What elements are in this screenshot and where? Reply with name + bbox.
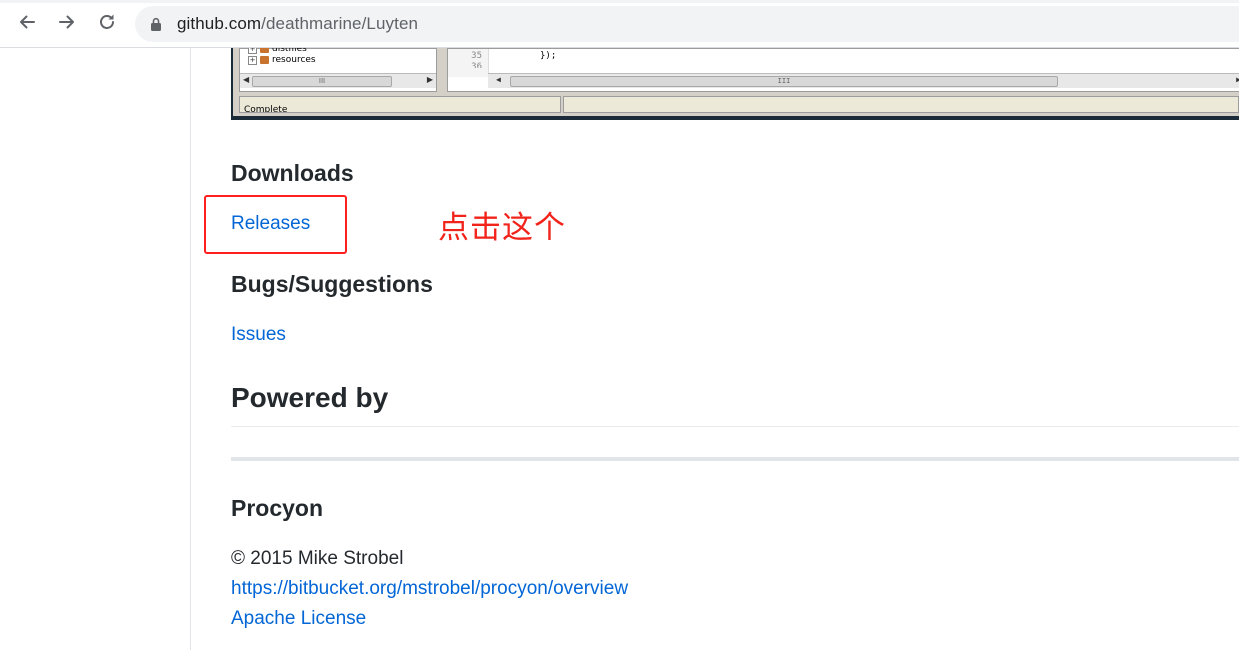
package-icon: [260, 48, 269, 53]
procyon-url-link[interactable]: https://bitbucket.org/mstrobel/procyon/o…: [231, 578, 628, 600]
downloads-heading: Downloads: [231, 160, 354, 186]
tree-row: + resources: [248, 55, 316, 65]
luyten-screenshot: + distfiles + resources III ◀ ▶ 35 36 })…: [231, 48, 1239, 120]
expand-icon: +: [248, 55, 257, 65]
scroll-thumb: III: [252, 76, 392, 87]
screenshot-file-tree: + distfiles + resources III ◀ ▶: [239, 48, 437, 92]
back-button[interactable]: [14, 11, 40, 37]
status-cell: Complete: [239, 96, 561, 113]
tree-hscroll: III ◀ ▶: [240, 73, 436, 88]
issues-link[interactable]: Issues: [231, 324, 286, 346]
scroll-right-icon: ▶: [426, 75, 433, 84]
reload-button[interactable]: [94, 11, 120, 37]
line-number: 35: [471, 51, 482, 61]
bugs-heading: Bugs/Suggestions: [231, 271, 433, 297]
scroll-left-icon: ◀: [496, 75, 501, 84]
powered-by-heading: Powered by: [231, 382, 389, 413]
tree-item-label: distfiles: [272, 48, 307, 54]
tab-strip: [0, 0, 1239, 3]
arrow-left-icon: [17, 12, 37, 37]
expand-icon: +: [248, 48, 257, 54]
url-path: /deathmarine/Luyten: [261, 14, 419, 33]
lock-icon: [150, 16, 164, 32]
code-gutter: 35 36: [448, 49, 489, 77]
reload-icon: [97, 12, 117, 37]
url-text: github.com/deathmarine/Luyten: [177, 14, 418, 34]
annotation-highlight-box: [204, 195, 347, 254]
screenshot-status-bar: Complete: [233, 94, 1239, 116]
url-host: github.com: [177, 14, 262, 33]
screenshot-code-view: 35 36 }); III ◀ ▶: [447, 48, 1239, 92]
section-divider: [231, 457, 1239, 461]
heading-underline: [231, 426, 1239, 427]
arrow-right-icon: [57, 12, 77, 37]
code-hscroll: III ◀ ▶: [488, 73, 1239, 88]
tree-row: + distfiles: [248, 48, 307, 54]
package-icon: [260, 56, 269, 64]
address-bar[interactable]: github.com/deathmarine/Luyten: [135, 6, 1239, 42]
screenshot-window: + distfiles + resources III ◀ ▶ 35 36 })…: [233, 48, 1239, 116]
copyright-text: © 2015 Mike Strobel: [231, 548, 404, 569]
code-line: });: [540, 51, 557, 61]
tree-item-label: resources: [272, 55, 316, 65]
forward-button[interactable]: [54, 11, 80, 37]
browser-toolbar: github.com/deathmarine/Luyten: [0, 0, 1239, 48]
scroll-left-icon: ◀: [243, 75, 250, 84]
apache-license-link[interactable]: Apache License: [231, 608, 366, 630]
status-text: Complete: [244, 105, 288, 113]
procyon-heading: Procyon: [231, 495, 324, 521]
scroll-thumb: III: [510, 76, 1058, 87]
annotation-text: 点击这个: [438, 210, 566, 246]
sidebar-divider: [190, 48, 191, 650]
line-number: 36: [471, 62, 482, 68]
status-cell: [563, 96, 1239, 113]
